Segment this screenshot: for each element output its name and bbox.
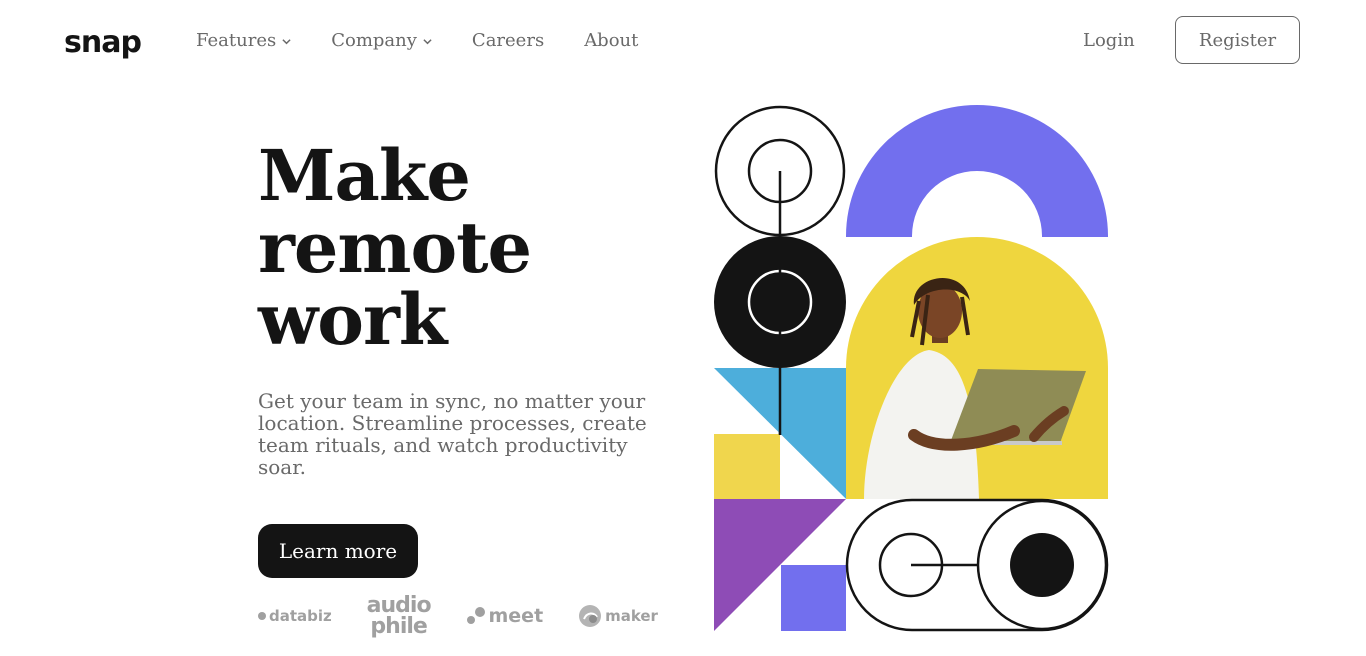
nav-about[interactable]: About bbox=[584, 28, 638, 54]
nav-company[interactable]: Company bbox=[331, 28, 432, 54]
maker-logo: maker bbox=[578, 604, 658, 628]
databiz-logo-text: databiz bbox=[269, 607, 332, 625]
maker-logo-text: maker bbox=[605, 607, 658, 625]
maker-swirl-icon bbox=[579, 605, 602, 627]
databiz-logo: databiz bbox=[258, 607, 332, 625]
chevron-down-icon bbox=[282, 38, 291, 44]
databiz-dot-icon bbox=[258, 612, 266, 620]
pill-right-filled-circle bbox=[1010, 533, 1074, 597]
learn-more-button[interactable]: Learn more bbox=[258, 524, 418, 578]
hero-headline: Make remote work bbox=[258, 140, 678, 356]
client-logos: databiz audio phile meet maker bbox=[258, 592, 658, 639]
login-link[interactable]: Login bbox=[1083, 28, 1135, 54]
chevron-down-icon bbox=[423, 38, 432, 44]
register-button[interactable]: Register bbox=[1175, 16, 1300, 64]
hero-illustration bbox=[714, 105, 1109, 632]
hero-subtitle: Get your team in sync, no matter your lo… bbox=[258, 389, 647, 479]
audiophile-logo-line-1: audio bbox=[366, 592, 432, 618]
yellow-square-shape bbox=[714, 434, 780, 499]
headline-line-3: work bbox=[258, 278, 447, 361]
violet-square-shape bbox=[781, 565, 846, 631]
nav-company-label: Company bbox=[331, 30, 417, 51]
nav-features[interactable]: Features bbox=[196, 28, 291, 54]
audiophile-logo: audio phile bbox=[366, 592, 432, 639]
audiophile-logo-line-2: phile bbox=[370, 613, 427, 639]
snap-logo[interactable]: snap bbox=[64, 25, 142, 61]
headline-line-2: remote bbox=[258, 206, 532, 289]
meet-logo-text: meet bbox=[488, 605, 544, 627]
main-nav: Features Company Careers About bbox=[196, 28, 638, 54]
meet-dots-icon bbox=[466, 607, 485, 624]
violet-arch-shape bbox=[846, 105, 1108, 237]
blue-block-shape bbox=[780, 368, 846, 434]
nav-features-label: Features bbox=[196, 30, 277, 51]
nav-careers[interactable]: Careers bbox=[472, 28, 544, 54]
nav-careers-label: Careers bbox=[471, 30, 545, 51]
headline-line-1: Make bbox=[258, 134, 471, 217]
meet-logo: meet bbox=[466, 605, 544, 627]
nav-about-label: About bbox=[584, 30, 639, 51]
